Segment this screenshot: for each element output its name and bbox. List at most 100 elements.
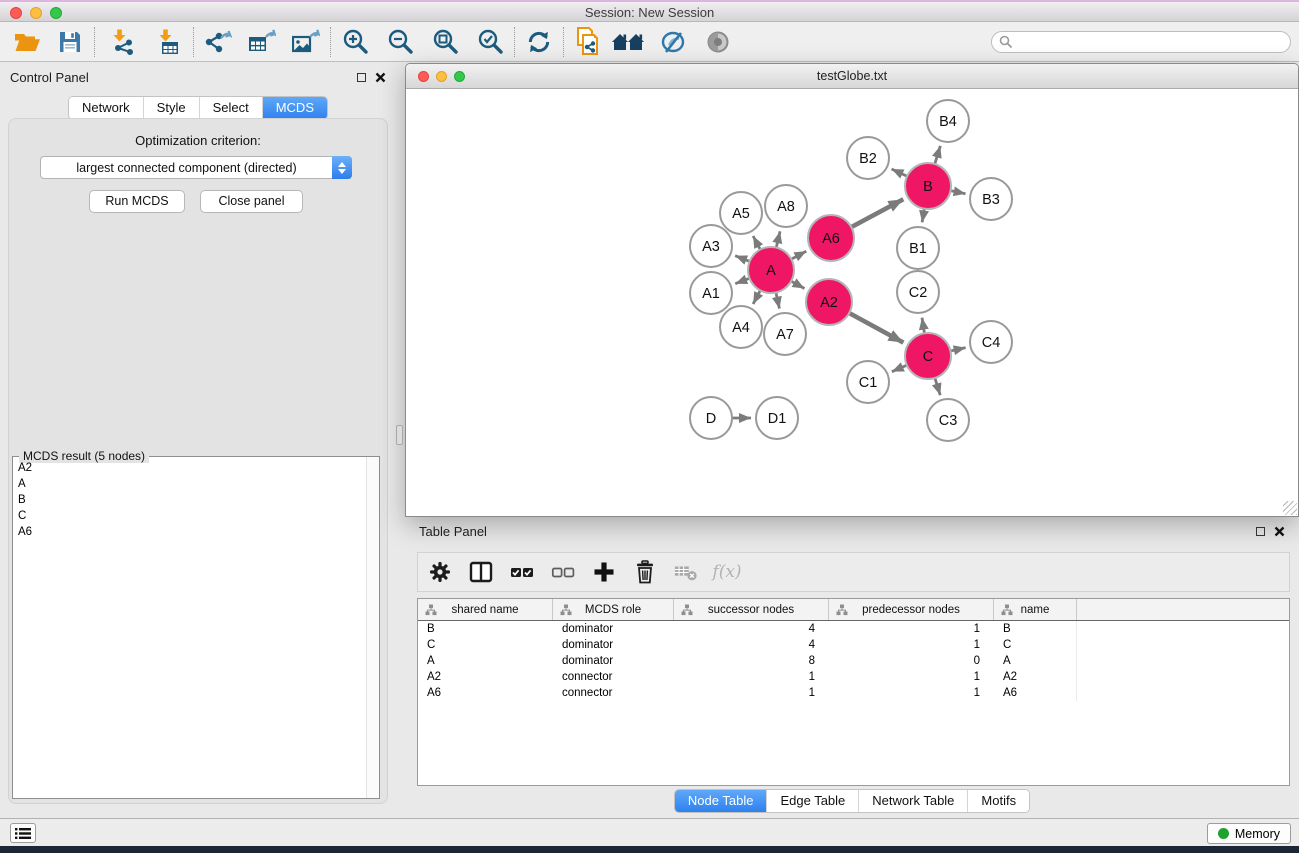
table-cell[interactable]: 1 [829, 637, 994, 653]
table-cell[interactable]: 8 [674, 653, 829, 669]
table-cell[interactable]: B [418, 621, 553, 637]
table-cell[interactable]: 1 [829, 621, 994, 637]
graph-node-A6[interactable]: A6 [808, 215, 854, 261]
column-header-name[interactable]: name [994, 599, 1077, 620]
mcds-result-item[interactable]: A2 [14, 460, 365, 476]
export-image-icon[interactable] [291, 27, 321, 57]
table-cell[interactable]: dominator [553, 637, 674, 653]
graph-node-C4[interactable]: C4 [970, 321, 1012, 363]
graph-node-C2[interactable]: C2 [897, 271, 939, 313]
close-panel-icon[interactable] [375, 72, 386, 83]
result-scrollbar[interactable] [366, 457, 379, 798]
graph-node-B[interactable]: B [905, 163, 951, 209]
column-header-predecessor-nodes[interactable]: predecessor nodes [829, 599, 994, 620]
delete-column-trash-icon[interactable] [633, 560, 657, 584]
search-input[interactable] [991, 31, 1291, 53]
zoom-fit-icon[interactable] [430, 27, 460, 57]
table-cell[interactable]: 1 [829, 669, 994, 685]
memory-button[interactable]: Memory [1207, 823, 1291, 844]
table-cell[interactable]: A2 [418, 669, 553, 685]
tab-style[interactable]: Style [144, 97, 200, 119]
float-table-panel-icon[interactable] [1256, 527, 1265, 536]
column-header-MCDS-role[interactable]: MCDS role [553, 599, 674, 620]
table-cell[interactable]: B [994, 621, 1077, 637]
graph-node-A[interactable]: A [748, 247, 794, 293]
graph-node-D1[interactable]: D1 [756, 397, 798, 439]
export-table-icon[interactable] [247, 27, 277, 57]
table-cell[interactable]: C [418, 637, 553, 653]
table-row[interactable]: Bdominator41B [418, 621, 1289, 637]
import-table-icon[interactable] [154, 27, 184, 57]
graph-node-B2[interactable]: B2 [847, 137, 889, 179]
graph-node-A2[interactable]: A2 [806, 279, 852, 325]
network-canvas[interactable]: B4B2BB3A8A5A6A3B1AC2A1A2A4A7C4CC1DD1C3 [406, 89, 1298, 516]
table-row[interactable]: Cdominator41C [418, 637, 1289, 653]
mcds-result-item[interactable]: A6 [14, 524, 365, 540]
panel-splitter-handle[interactable] [396, 425, 403, 445]
mcds-result-item[interactable]: B [14, 492, 365, 508]
graph-node-C1[interactable]: C1 [847, 361, 889, 403]
table-row[interactable]: A2connector11A2 [418, 669, 1289, 685]
column-header-successor-nodes[interactable]: successor nodes [674, 599, 829, 620]
graph-node-A3[interactable]: A3 [690, 225, 732, 267]
zoom-selected-icon[interactable] [475, 27, 505, 57]
network-window-titlebar[interactable]: testGlobe.txt [406, 64, 1298, 89]
open-session-icon[interactable] [12, 27, 42, 57]
zoom-in-icon[interactable] [340, 27, 370, 57]
table-cell[interactable]: 1 [674, 669, 829, 685]
graph-node-B3[interactable]: B3 [970, 178, 1012, 220]
table-cell[interactable]: connector [553, 669, 674, 685]
table-cell[interactable]: dominator [553, 653, 674, 669]
task-history-button[interactable] [10, 823, 36, 843]
graph-node-A5[interactable]: A5 [720, 192, 762, 234]
toggle-graphics-details-icon[interactable] [659, 27, 689, 57]
graph-node-B4[interactable]: B4 [927, 100, 969, 142]
deselect-all-checks-icon[interactable] [551, 560, 575, 584]
tab-select[interactable]: Select [200, 97, 263, 119]
mcds-result-item[interactable]: A [14, 476, 365, 492]
add-column-icon[interactable] [592, 560, 616, 584]
table-row[interactable]: Adominator80A [418, 653, 1289, 669]
tab-network-table[interactable]: Network Table [859, 790, 968, 812]
table-settings-gear-icon[interactable] [428, 560, 452, 584]
home-view-icon[interactable] [611, 27, 647, 57]
table-cell[interactable]: A [418, 653, 553, 669]
graph-node-A1[interactable]: A1 [690, 272, 732, 314]
graph-node-A4[interactable]: A4 [720, 306, 762, 348]
table-cell[interactable]: 4 [674, 637, 829, 653]
eye-icon[interactable] [703, 27, 733, 57]
run-mcds-button[interactable]: Run MCDS [89, 190, 185, 213]
graph-node-A7[interactable]: A7 [764, 313, 806, 355]
float-panel-icon[interactable] [357, 73, 366, 82]
table-cell[interactable]: 1 [674, 685, 829, 701]
close-panel-button[interactable]: Close panel [200, 190, 303, 213]
save-session-icon[interactable] [55, 27, 85, 57]
node-table[interactable]: shared nameMCDS rolesuccessor nodesprede… [417, 598, 1290, 786]
tab-mcds[interactable]: MCDS [263, 97, 327, 119]
graph-node-B1[interactable]: B1 [897, 227, 939, 269]
table-cell[interactable]: A6 [418, 685, 553, 701]
table-row[interactable]: A6connector11A6 [418, 685, 1289, 701]
import-network-icon[interactable] [108, 27, 138, 57]
graph-node-C[interactable]: C [905, 333, 951, 379]
table-cell[interactable]: C [994, 637, 1077, 653]
tab-network[interactable]: Network [69, 97, 144, 119]
show-columns-icon[interactable] [469, 560, 493, 584]
close-table-panel-icon[interactable] [1274, 526, 1285, 537]
clone-network-icon[interactable] [573, 27, 603, 57]
window-resize-grip[interactable] [1283, 501, 1297, 515]
table-cell[interactable]: A [994, 653, 1077, 669]
graph-node-D[interactable]: D [690, 397, 732, 439]
table-cell[interactable]: A2 [994, 669, 1077, 685]
tab-edge-table[interactable]: Edge Table [767, 790, 859, 812]
select-all-checks-icon[interactable] [510, 560, 534, 584]
tab-node-table[interactable]: Node Table [675, 790, 768, 812]
export-network-icon[interactable] [203, 27, 233, 57]
table-cell[interactable]: 4 [674, 621, 829, 637]
criterion-select[interactable]: largest connected component (directed) [40, 156, 352, 179]
table-cell[interactable]: A6 [994, 685, 1077, 701]
tab-motifs[interactable]: Motifs [968, 790, 1029, 812]
apply-layout-refresh-icon[interactable] [524, 27, 554, 57]
graph-node-A8[interactable]: A8 [765, 185, 807, 227]
table-cell[interactable]: 0 [829, 653, 994, 669]
